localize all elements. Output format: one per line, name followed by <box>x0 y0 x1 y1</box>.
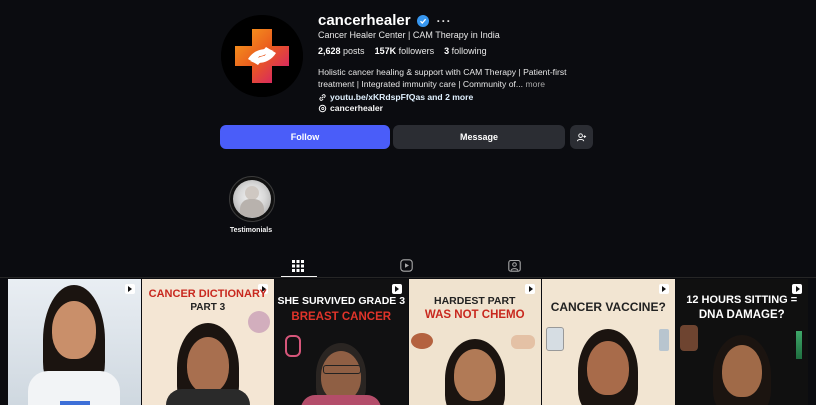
reel-icon <box>792 284 802 294</box>
tab-tagged[interactable] <box>508 259 522 273</box>
options-icon[interactable]: ··· <box>437 14 452 28</box>
highlight-cover <box>233 180 271 218</box>
post-title: 12 HOURS SITTING = <box>686 294 798 306</box>
post-title: HARDEST PART <box>434 295 516 307</box>
tab-posts[interactable] <box>292 259 306 273</box>
link-text[interactable]: youtu.be/xKRdspFfQas and 2 more <box>330 92 473 102</box>
post-title: CANCER VACCINE? <box>550 300 666 314</box>
highlight-testimonials[interactable] <box>229 176 275 222</box>
post-title: CANCER DICTIONARY <box>148 288 267 300</box>
highlight-label: Testimonials <box>229 227 273 234</box>
suggest-user-button[interactable] <box>570 125 593 149</box>
post-title: SHE SURVIVED GRADE 3 <box>277 295 406 307</box>
threads-link[interactable]: cancerhealer <box>318 103 383 113</box>
full-name: Cancer Healer Center | CAM Therapy in In… <box>318 30 500 40</box>
post-subtitle: WAS NOT CHEMO <box>424 309 525 321</box>
bio: Holistic cancer healing & support with C… <box>318 67 593 90</box>
post-subtitle: BREAST CANCER <box>291 311 392 323</box>
profile-stats: 2,628 posts 157K followers 3 following <box>318 46 487 56</box>
threads-handle[interactable]: cancerhealer <box>330 103 383 113</box>
post-tile[interactable]: HARDEST PART WAS NOT CHEMO <box>408 279 541 405</box>
reels-icon <box>400 259 413 272</box>
followers-stat[interactable]: 157K followers <box>375 46 435 56</box>
verified-badge-icon <box>416 14 429 27</box>
add-user-icon <box>576 132 587 141</box>
threads-icon <box>318 104 327 112</box>
follow-button[interactable]: Follow <box>220 125 390 149</box>
reel-icon <box>658 284 669 294</box>
reel-icon <box>391 284 402 294</box>
message-button[interactable]: Message <box>393 125 565 149</box>
username: cancerhealer <box>318 12 411 29</box>
post-tile[interactable] <box>8 279 141 405</box>
profile-header: cancerhealer ··· <box>318 12 452 29</box>
tabs-divider <box>0 277 816 278</box>
post-tile[interactable]: CANCER VACCINE? <box>542 279 675 405</box>
active-tab-indicator <box>281 276 317 277</box>
bio-more-link[interactable]: more <box>525 79 545 89</box>
following-stat[interactable]: 3 following <box>444 46 487 56</box>
profile-avatar[interactable] <box>221 15 303 97</box>
post-tile[interactable]: 12 HOURS SITTING = DNA DAMAGE? <box>675 279 808 405</box>
reel-icon <box>124 284 135 294</box>
cancerhealer-logo <box>221 15 303 97</box>
link-icon <box>319 93 326 101</box>
post-subtitle: DNA DAMAGE? <box>698 309 785 321</box>
posts-grid: CANCER DICTIONARY PART 3 SHE SURVIVED GR… <box>8 279 808 405</box>
posts-stat: 2,628 posts <box>318 46 365 56</box>
tab-reels[interactable] <box>400 259 414 273</box>
grid-icon <box>292 260 304 272</box>
post-tile[interactable]: CANCER DICTIONARY PART 3 <box>141 279 274 405</box>
tagged-icon <box>508 259 521 272</box>
reel-icon <box>525 284 535 294</box>
external-link[interactable]: youtu.be/xKRdspFfQas and 2 more <box>318 92 473 102</box>
post-tile[interactable]: SHE SURVIVED GRADE 3 BREAST CANCER <box>275 279 408 405</box>
